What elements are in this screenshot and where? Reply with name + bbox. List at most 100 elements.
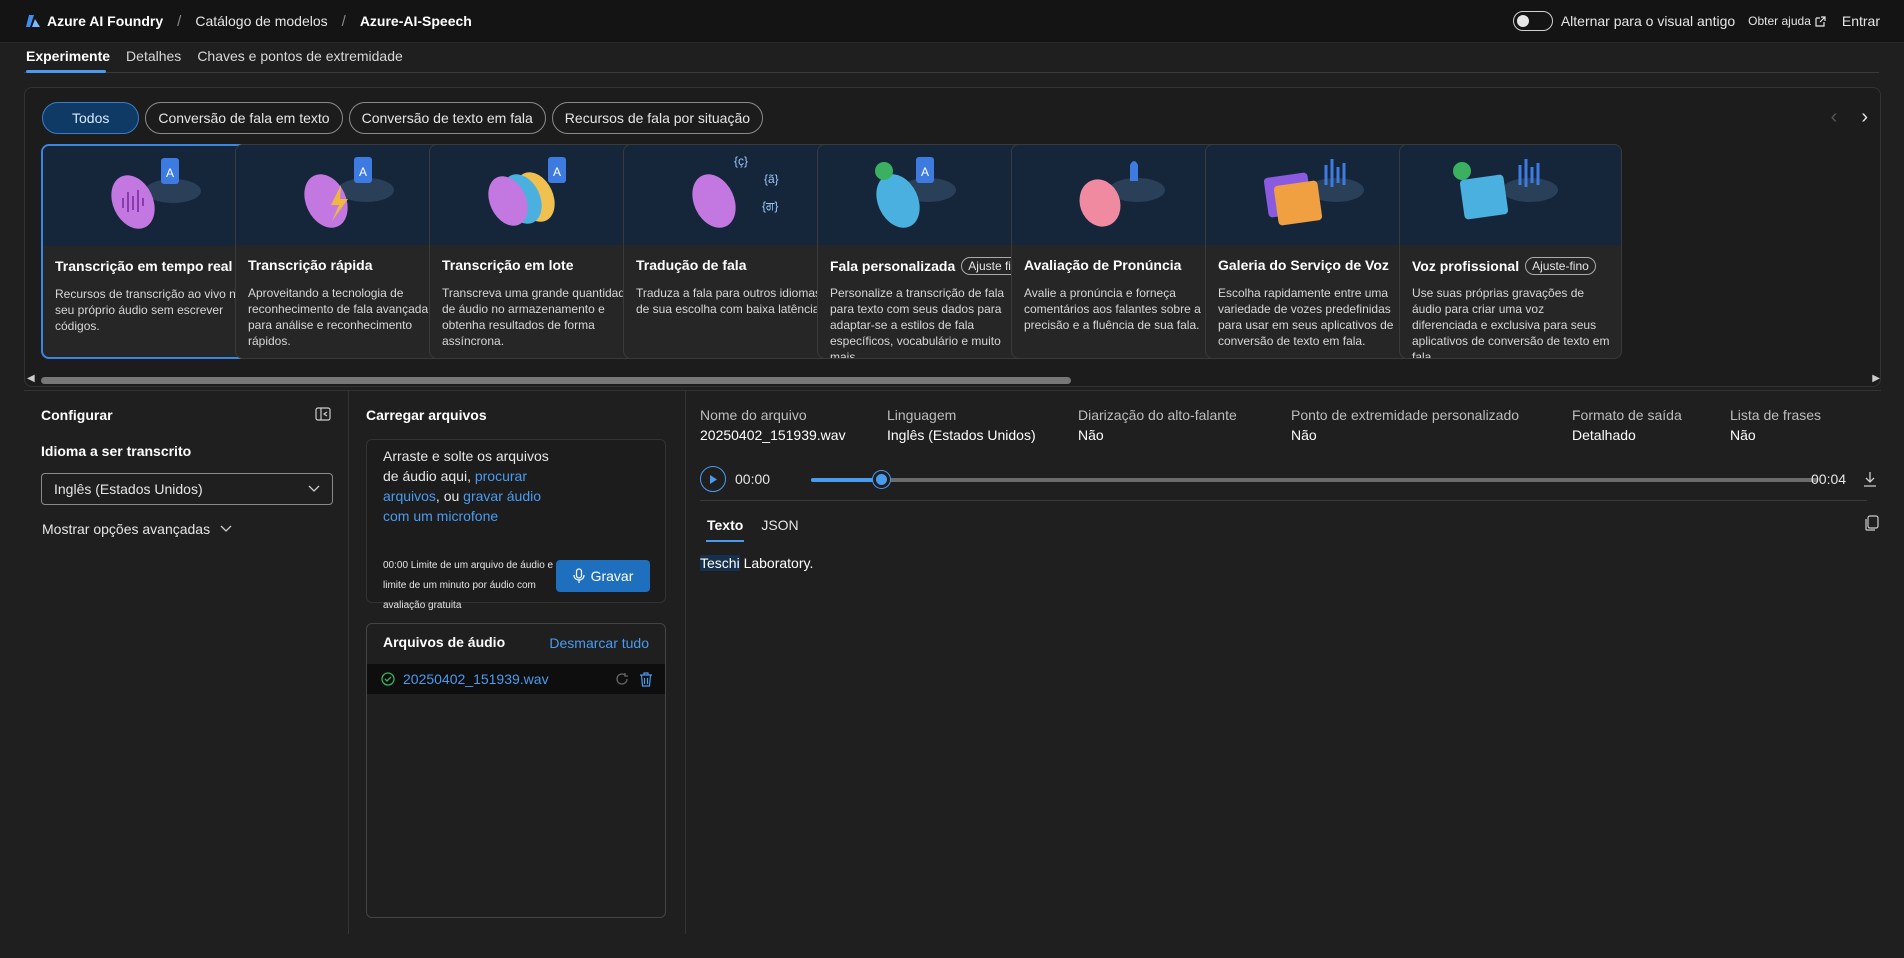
page-tabs: Experimente Detalhes Chaves e pontos de …: [26, 48, 403, 72]
card-illustration: A: [43, 146, 262, 246]
fine-tune-badge: Ajuste-fino: [1525, 257, 1596, 275]
file-name[interactable]: 20250402_151939.wav: [403, 671, 549, 687]
card-description: Use suas próprias gravações de áudio par…: [1412, 286, 1610, 359]
filter-all[interactable]: Todos: [42, 102, 140, 134]
filter-scenario[interactable]: Recursos de fala por situação: [551, 102, 764, 134]
card-illustration: [1206, 145, 1427, 245]
result-tabs: Texto JSON: [707, 517, 799, 533]
seek-track[interactable]: [811, 478, 1818, 482]
audio-files-title: Arquivos de áudio: [383, 634, 506, 650]
scroll-right-icon[interactable]: ▶: [1872, 373, 1880, 384]
card-description: Avalie a pronúncia e forneça comentários…: [1024, 286, 1201, 332]
file-dropzone[interactable]: Arraste e solte os arquivos de áudio aqu…: [366, 439, 666, 611]
play-icon: [710, 474, 717, 484]
signin-button[interactable]: Entrar: [1842, 13, 1880, 29]
legacy-view-label: Alternar para o visual antigo: [1560, 13, 1736, 29]
tab-json[interactable]: JSON: [761, 517, 798, 533]
record-button[interactable]: Gravar: [556, 560, 650, 592]
current-time: 00:00: [735, 471, 771, 487]
advanced-options-toggle[interactable]: Mostrar opções avançadas: [42, 521, 232, 537]
language-select[interactable]: Inglês (Estados Unidos): [41, 473, 333, 505]
card-illustration: [1400, 145, 1621, 245]
chevron-down-icon: [220, 525, 232, 532]
card-batch-transcription[interactable]: A Transcrição em lote Transcreva uma gra…: [429, 144, 652, 359]
svg-text:A: A: [359, 165, 367, 179]
result-metadata: Nome do arquivo 20250402_151939.wav Ling…: [687, 407, 1881, 447]
legacy-view-toggle[interactable]: [1512, 11, 1553, 31]
deselect-all-button[interactable]: Desmarcar tudo: [549, 635, 649, 651]
tab-keys-endpoints[interactable]: Chaves e pontos de extremidade: [197, 48, 402, 72]
svg-text:A: A: [553, 165, 561, 179]
professional-voice-illustration-icon: [1453, 159, 1558, 220]
tab-experimente[interactable]: Experimente: [26, 48, 110, 72]
translation-illustration-icon: {ç} {ã} {ਗ}: [692, 154, 779, 228]
microphone-icon: [572, 568, 585, 583]
help-link[interactable]: Obter ajuda: [1748, 14, 1826, 28]
chevron-right-icon[interactable]: ›: [1861, 106, 1868, 129]
seek-progress: [811, 478, 881, 482]
breadcrumb-separator: /: [177, 12, 182, 30]
card-voice-gallery[interactable]: Galeria do Serviço de Voz Escolha rapida…: [1205, 144, 1428, 359]
trash-icon[interactable]: [639, 671, 653, 687]
card-pronunciation-assessment[interactable]: Avaliação de Pronúncia Avalie a pronúnci…: [1011, 144, 1234, 359]
azure-logo-icon: [26, 15, 40, 27]
advanced-options-label: Mostrar opções avançadas: [42, 521, 211, 537]
audio-files-list: Arquivos de áudio Desmarcar tudo 2025040…: [366, 623, 666, 918]
card-title: Transcrição em tempo real: [55, 258, 233, 274]
card-realtime-transcription[interactable]: A Transcrição em tempo real Recursos de …: [41, 144, 264, 359]
collapse-panel-icon[interactable]: [315, 407, 331, 421]
active-tab-indicator: [26, 70, 106, 73]
filter-text-to-speech[interactable]: Conversão de texto em fala: [348, 102, 546, 134]
svg-text:{ç}: {ç}: [734, 154, 748, 168]
upload-title: Carregar arquivos: [366, 407, 487, 423]
breadcrumb-separator: /: [341, 12, 346, 30]
speech-illustration-icon: A: [111, 158, 201, 229]
breadcrumb-current: Azure-AI-Speech: [359, 13, 472, 29]
scrollbar-thumb[interactable]: [41, 377, 1071, 384]
check-circle-icon: [381, 672, 395, 686]
filter-pills: Todos Conversão de fala em texto Convers…: [42, 102, 764, 134]
svg-text:{ã}: {ã}: [764, 172, 779, 186]
card-illustration: {ç} {ã} {ਗ}: [624, 145, 845, 245]
result-divider: [700, 500, 1867, 501]
download-icon[interactable]: [1863, 471, 1877, 487]
chevron-down-icon: [308, 485, 320, 492]
refresh-icon[interactable]: [615, 672, 629, 686]
filter-speech-to-text[interactable]: Conversão de fala em texto: [145, 102, 343, 134]
cards-scrollbar[interactable]: ◀ ▶: [25, 373, 1882, 387]
breadcrumb-model-catalog[interactable]: Catálogo de modelos: [195, 13, 327, 29]
card-description: Aproveitando a tecnologia de reconhecime…: [248, 286, 429, 348]
card-description: Traduza a fala para outros idiomas de su…: [636, 286, 823, 316]
seek-handle[interactable]: [873, 471, 890, 488]
play-button[interactable]: [700, 466, 726, 492]
scenario-cards: A Transcrição em tempo real Recursos de …: [41, 144, 1873, 362]
list-item[interactable]: 20250402_151939.wav: [367, 664, 665, 694]
tab-detalhes[interactable]: Detalhes: [126, 48, 181, 72]
external-link-icon: [1815, 15, 1826, 27]
card-title: Avaliação de Pronúncia: [1024, 257, 1182, 273]
tab-texto[interactable]: Texto: [707, 517, 743, 533]
tabs-divider: [24, 72, 1879, 73]
card-title: Transcrição em lote: [442, 257, 574, 273]
pronunciation-illustration-icon: [1079, 161, 1165, 227]
carousel-nav: ‹ ›: [1831, 106, 1868, 129]
brand[interactable]: Azure AI Foundry: [25, 13, 163, 29]
card-fast-transcription[interactable]: A Transcrição rápida Aproveitando a tecn…: [235, 144, 458, 359]
scroll-left-icon[interactable]: ◀: [27, 373, 35, 384]
batch-illustration-icon: A: [488, 157, 566, 226]
meta-filename: Nome do arquivo 20250402_151939.wav: [700, 407, 846, 443]
meta-language: Linguagem Inglês (Estados Unidos): [887, 407, 1036, 443]
card-illustration: A: [818, 145, 1039, 245]
svg-text:A: A: [166, 166, 174, 180]
card-speech-translation[interactable]: {ç} {ã} {ਗ} Tradução de fala Traduza a f…: [623, 144, 846, 359]
workspace: Configurar Idioma a ser transcrito Inglê…: [24, 390, 1881, 934]
copy-icon[interactable]: [1865, 515, 1879, 531]
voice-gallery-illustration-icon: [1263, 159, 1364, 226]
card-custom-speech[interactable]: A Fala personalizada Ajuste fino Personal…: [817, 144, 1040, 359]
card-illustration: A: [236, 145, 457, 245]
card-title: Galeria do Serviço de Voz: [1218, 257, 1389, 273]
card-professional-voice[interactable]: Voz profissional Ajuste-fino Use suas pró…: [1399, 144, 1622, 359]
custom-speech-illustration-icon: A: [875, 157, 956, 228]
chevron-left-icon[interactable]: ‹: [1831, 106, 1838, 129]
card-illustration: [1012, 145, 1233, 245]
